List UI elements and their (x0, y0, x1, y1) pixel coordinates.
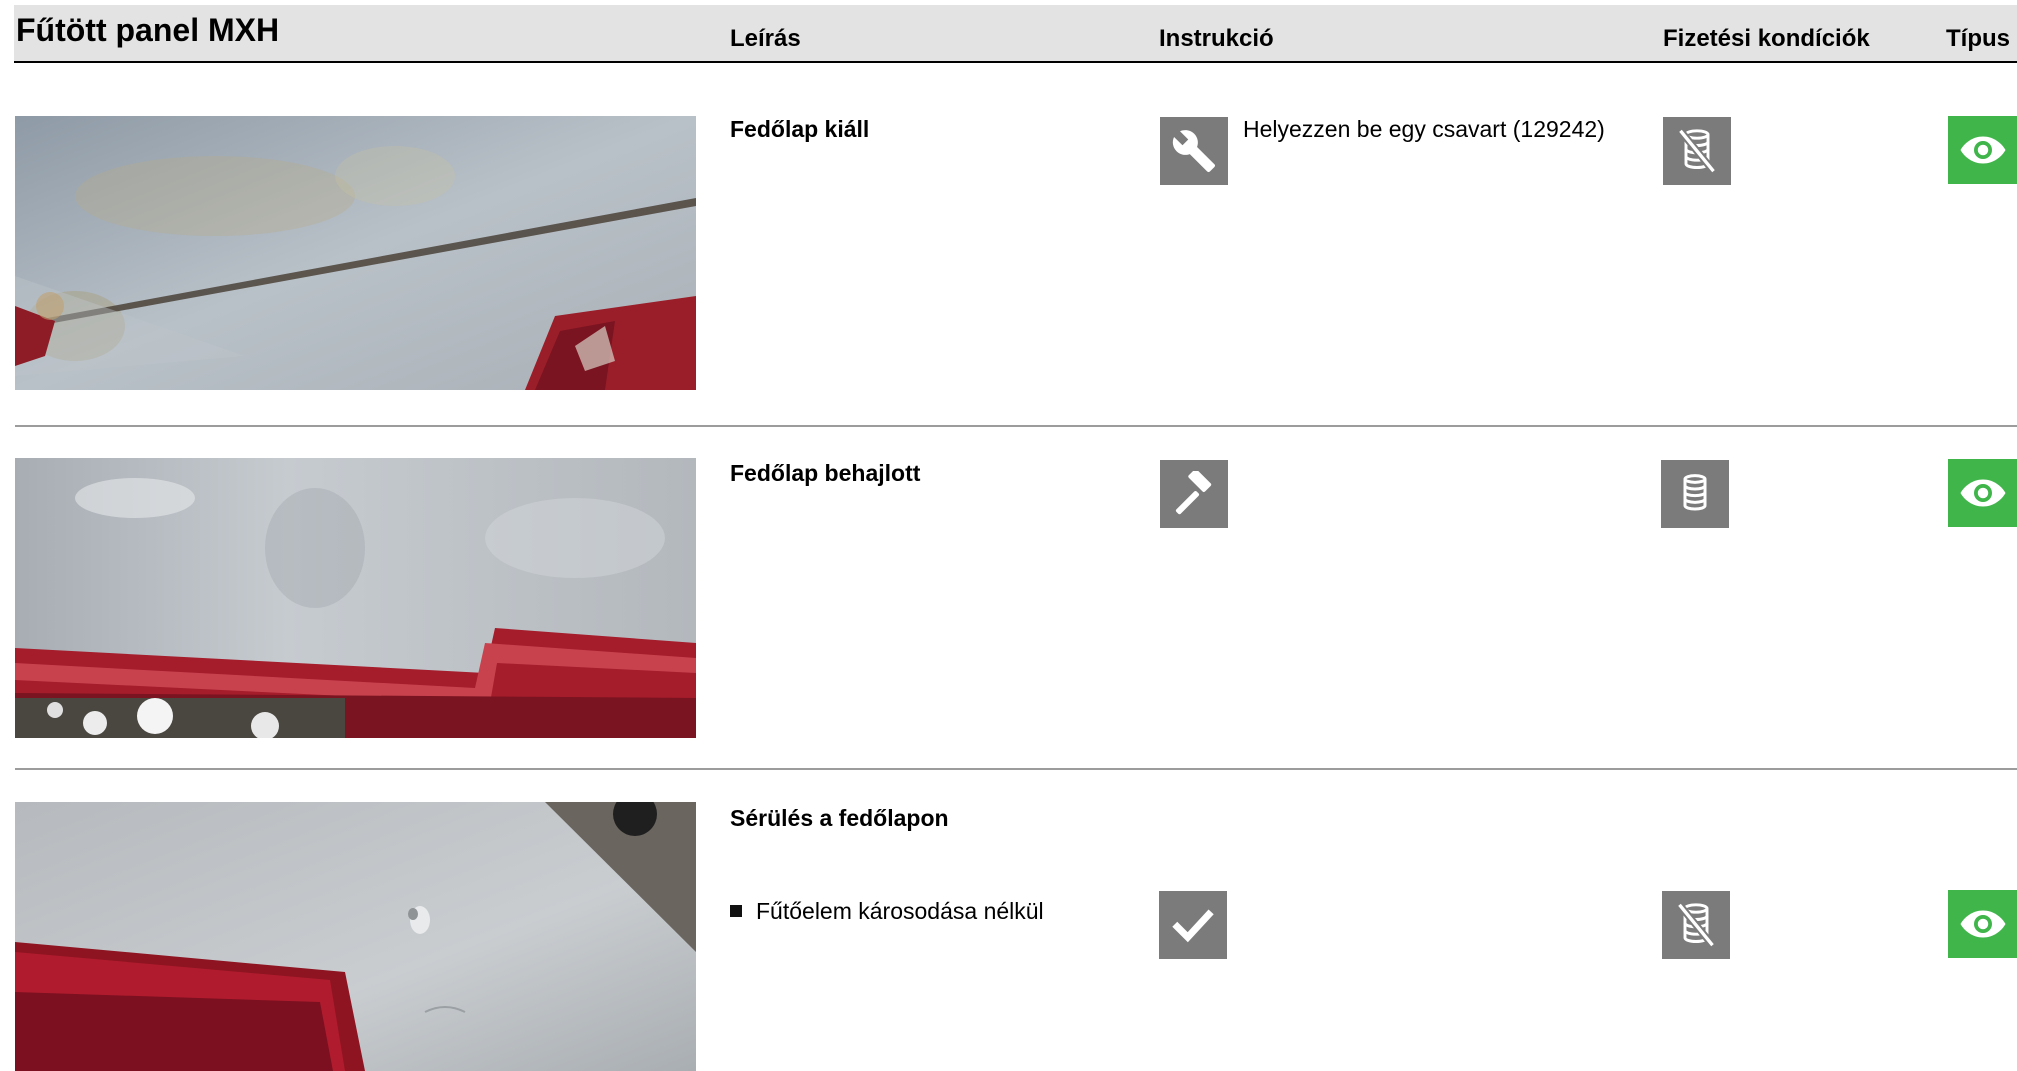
page-title: Fűtött panel MXH (16, 12, 280, 48)
list-item: Fűtőelem károsodása nélkül (730, 898, 1044, 925)
damage-photo (15, 116, 696, 390)
damage-photo (15, 458, 696, 738)
bullet-square-icon (730, 905, 742, 917)
column-header-instruction: Instrukció (1159, 25, 1274, 52)
table-header: Fűtött panel MXH Leírás Instrukció Fizet… (14, 5, 2017, 63)
coins-icon (1661, 460, 1729, 528)
eye-icon[interactable] (1948, 459, 2017, 527)
instruction-text: Helyezzen be egy csavart (129242) (1243, 116, 1605, 142)
eye-icon[interactable] (1948, 890, 2017, 958)
row-separator (15, 768, 2017, 770)
bullet-text: Fűtőelem károsodása nélkül (756, 898, 1044, 924)
row-separator (15, 425, 2017, 427)
coins-crossed-icon (1663, 117, 1731, 185)
hammer-icon (1160, 460, 1228, 528)
row-title: Sérülés a fedőlapon (730, 805, 949, 831)
wrench-icon (1160, 117, 1228, 185)
damage-photo (15, 802, 696, 1071)
column-header-payment: Fizetési kondíciók (1663, 25, 1870, 52)
check-icon (1159, 891, 1227, 959)
row-title: Fedőlap kiáll (730, 116, 870, 142)
eye-icon[interactable] (1948, 116, 2017, 184)
row-title: Fedőlap behajlott (730, 460, 921, 486)
coins-crossed-icon (1662, 891, 1730, 959)
column-header-description: Leírás (730, 25, 801, 52)
column-header-type: Típus (1946, 25, 2010, 52)
